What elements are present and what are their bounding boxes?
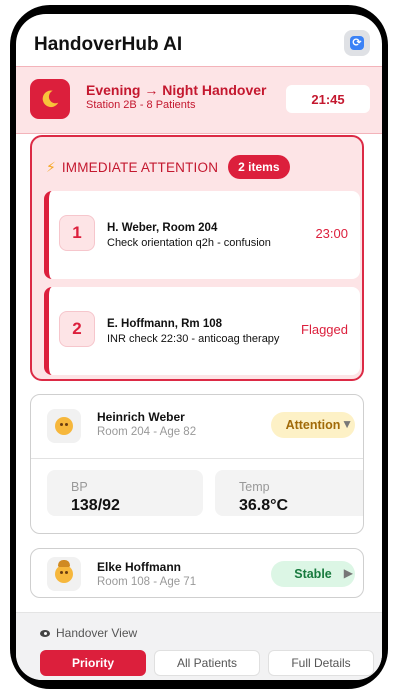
divider [31, 458, 363, 459]
chevron-right-icon[interactable]: ▶ [344, 566, 353, 580]
patient-details: Room 204 - Age 82 [97, 426, 197, 438]
vital-value: 36.8°C [239, 497, 289, 514]
app-title: HandoverHub AI [34, 34, 183, 55]
patient-avatar-icon [47, 557, 81, 591]
view-label: Handover View [56, 626, 138, 640]
attention-header: ⚡ IMMEDIATE ATTENTION 2 items [46, 155, 290, 179]
status-badge: Stable [271, 561, 355, 587]
patient-avatar-icon [47, 409, 81, 443]
patient-name: Heinrich Weber [97, 410, 185, 424]
attention-item-flag: Flagged [301, 322, 348, 337]
patient-details: Room 108 - Age 71 [97, 576, 197, 588]
attention-item-task: INR check 22:30 - anticoag therapy [107, 333, 280, 345]
vital-label: Temp [239, 480, 270, 494]
moon-icon [30, 79, 70, 119]
attention-count-badge: 2 items [228, 155, 290, 179]
attention-item-patient: H. Weber, Room 204 [107, 222, 218, 234]
handover-view-footer: Handover View Priority All Patients Full… [16, 612, 382, 680]
vital-label: BP [71, 480, 88, 494]
attention-item-task: Check orientation q2h - confusion [107, 237, 271, 249]
patient-name: Elke Hoffmann [97, 560, 182, 574]
shift-subtitle: Station 2B - 8 Patients [86, 99, 196, 111]
tab-priority[interactable]: Priority [40, 650, 146, 676]
app-screen: HandoverHub AI ⟳ Evening → Night Handove… [16, 14, 382, 680]
refresh-button[interactable]: ⟳ [344, 30, 370, 56]
shift-banner: Evening → Night Handover Station 2B - 8 … [16, 66, 382, 134]
patient-card-weber[interactable]: Heinrich Weber Room 204 - Age 82 Attenti… [30, 394, 364, 534]
chevron-down-icon[interactable]: ▼ [341, 417, 353, 431]
attention-item-patient: E. Hoffmann, Rm 108 [107, 318, 223, 330]
tab-all-patients[interactable]: All Patients [154, 650, 260, 676]
vital-temp: Temp 36.8°C [215, 470, 363, 516]
shift-title: Evening → Night Handover [86, 82, 267, 98]
lightning-icon: ⚡ [46, 158, 56, 175]
tab-full-details[interactable]: Full Details [268, 650, 374, 676]
patient-card-hoffmann[interactable]: Elke Hoffmann Room 108 - Age 71 Stable ▶ [30, 548, 364, 598]
view-label-row: Handover View [40, 626, 137, 640]
vital-value: 138/92 [71, 497, 120, 514]
attention-item-time: 23:00 [315, 226, 348, 241]
attention-item[interactable]: 2 E. Hoffmann, Rm 108 INR check 22:30 - … [44, 287, 360, 375]
eye-icon [40, 629, 50, 637]
app-header: HandoverHub AI ⟳ [16, 14, 382, 66]
vital-bp: BP 138/92 [47, 470, 203, 516]
attention-item-number: 1 [59, 215, 95, 251]
refresh-icon: ⟳ [350, 36, 364, 50]
immediate-attention-panel: ⚡ IMMEDIATE ATTENTION 2 items 1 H. Weber… [30, 135, 364, 381]
attention-item[interactable]: 1 H. Weber, Room 204 Check orientation q… [44, 191, 360, 279]
shift-time: 21:45 [286, 85, 370, 113]
attention-title: IMMEDIATE ATTENTION [61, 159, 219, 175]
attention-item-number: 2 [59, 311, 95, 347]
